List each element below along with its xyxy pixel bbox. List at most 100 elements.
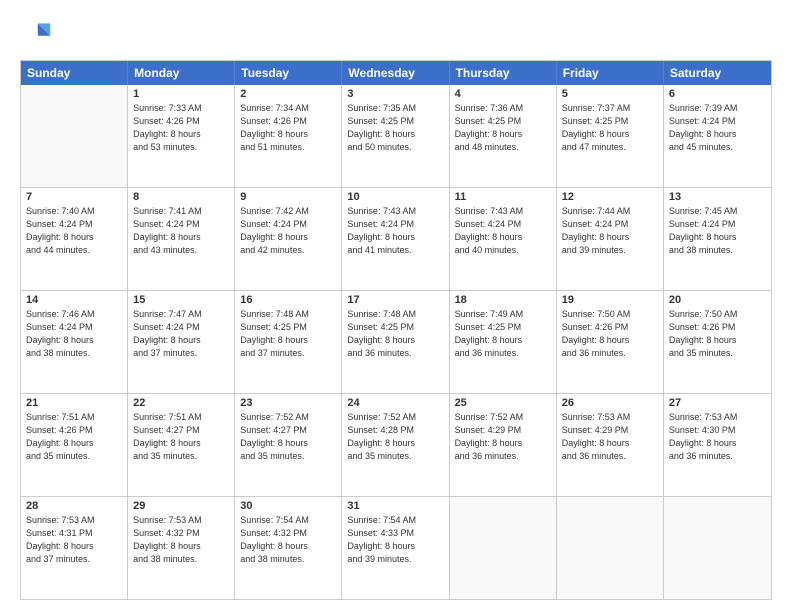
calendar-cell: 4 Sunrise: 7:36 AM Sunset: 4:25 PM Daylig… <box>450 85 557 187</box>
day-number: 12 <box>562 191 658 203</box>
calendar-cell: 12Sunrise: 7:44 AM Sunset: 4:24 PM Dayli… <box>557 188 664 290</box>
calendar-week-1: 1Sunrise: 7:33 AM Sunset: 4:26 PM Daylig… <box>21 85 771 188</box>
day-number: 20 <box>669 294 766 306</box>
calendar-cell: 28 Sunrise: 7:53 AM Sunset: 4:31 PM Dayli… <box>21 497 128 599</box>
day-number: 2 <box>240 88 336 100</box>
day-info: Sunrise: 7:33 AM Sunset: 4:26 PM Dayligh… <box>133 102 229 154</box>
day-number: 25 <box>455 397 551 409</box>
logo-icon <box>20 18 52 50</box>
day-number: 31 <box>347 500 443 512</box>
day-info: Sunrise: 7:52 AM Sunset: 4:29 PM Dayligh… <box>455 411 551 463</box>
calendar-cell: 21 Sunrise: 7:51 AM Sunset: 4:26 PM Dayli… <box>21 394 128 496</box>
day-info: Sunrise: 7:52 AM Sunset: 4:27 PM Dayligh… <box>240 411 336 463</box>
day-number: 26 <box>562 397 658 409</box>
calendar-cell: 9 Sunrise: 7:42 AM Sunset: 4:24 PM Daylig… <box>235 188 342 290</box>
calendar-cell: 22 Sunrise: 7:51 AM Sunset: 4:27 PM Dayli… <box>128 394 235 496</box>
calendar-week-4: 21 Sunrise: 7:51 AM Sunset: 4:26 PM Dayli… <box>21 394 771 497</box>
calendar-cell: 3 Sunrise: 7:35 AM Sunset: 4:25 PM Daylig… <box>342 85 449 187</box>
day-info: Sunrise: 7:51 AM Sunset: 4:27 PM Dayligh… <box>133 411 229 463</box>
calendar-cell: 27 Sunrise: 7:53 AM Sunset: 4:30 PM Dayli… <box>664 394 771 496</box>
day-info: Sunrise: 7:39 AM Sunset: 4:24 PM Dayligh… <box>669 102 766 154</box>
day-info: Sunrise: 7:46 AM Sunset: 4:24 PM Dayligh… <box>26 308 122 360</box>
calendar-week-3: 14Sunrise: 7:46 AM Sunset: 4:24 PM Dayli… <box>21 291 771 394</box>
header-day-friday: Friday <box>557 61 664 85</box>
day-info: Sunrise: 7:35 AM Sunset: 4:25 PM Dayligh… <box>347 102 443 154</box>
day-number: 3 <box>347 88 443 100</box>
calendar-cell: 16 Sunrise: 7:48 AM Sunset: 4:25 PM Dayli… <box>235 291 342 393</box>
day-number: 4 <box>455 88 551 100</box>
logo <box>20 18 58 50</box>
day-info: Sunrise: 7:48 AM Sunset: 4:25 PM Dayligh… <box>347 308 443 360</box>
calendar-body: 1Sunrise: 7:33 AM Sunset: 4:26 PM Daylig… <box>21 85 771 599</box>
day-info: Sunrise: 7:50 AM Sunset: 4:26 PM Dayligh… <box>562 308 658 360</box>
day-info: Sunrise: 7:42 AM Sunset: 4:24 PM Dayligh… <box>240 205 336 257</box>
day-number: 11 <box>455 191 551 203</box>
calendar-cell: 25 Sunrise: 7:52 AM Sunset: 4:29 PM Dayli… <box>450 394 557 496</box>
day-number: 13 <box>669 191 766 203</box>
page: SundayMondayTuesdayWednesdayThursdayFrid… <box>0 0 792 612</box>
calendar-cell <box>21 85 128 187</box>
day-info: Sunrise: 7:41 AM Sunset: 4:24 PM Dayligh… <box>133 205 229 257</box>
calendar-cell: 29Sunrise: 7:53 AM Sunset: 4:32 PM Dayli… <box>128 497 235 599</box>
calendar-cell: 13 Sunrise: 7:45 AM Sunset: 4:24 PM Dayli… <box>664 188 771 290</box>
day-info: Sunrise: 7:51 AM Sunset: 4:26 PM Dayligh… <box>26 411 122 463</box>
day-info: Sunrise: 7:37 AM Sunset: 4:25 PM Dayligh… <box>562 102 658 154</box>
header-day-tuesday: Tuesday <box>235 61 342 85</box>
calendar-week-5: 28 Sunrise: 7:53 AM Sunset: 4:31 PM Dayli… <box>21 497 771 599</box>
day-number: 15 <box>133 294 229 306</box>
day-info: Sunrise: 7:52 AM Sunset: 4:28 PM Dayligh… <box>347 411 443 463</box>
day-info: Sunrise: 7:34 AM Sunset: 4:26 PM Dayligh… <box>240 102 336 154</box>
day-number: 30 <box>240 500 336 512</box>
header-day-wednesday: Wednesday <box>342 61 449 85</box>
calendar-cell: 1Sunrise: 7:33 AM Sunset: 4:26 PM Daylig… <box>128 85 235 187</box>
day-info: Sunrise: 7:53 AM Sunset: 4:31 PM Dayligh… <box>26 514 122 566</box>
header-day-sunday: Sunday <box>21 61 128 85</box>
day-number: 28 <box>26 500 122 512</box>
day-number: 16 <box>240 294 336 306</box>
day-number: 5 <box>562 88 658 100</box>
day-number: 22 <box>133 397 229 409</box>
calendar-cell: 18 Sunrise: 7:49 AM Sunset: 4:25 PM Dayli… <box>450 291 557 393</box>
day-info: Sunrise: 7:53 AM Sunset: 4:29 PM Dayligh… <box>562 411 658 463</box>
day-info: Sunrise: 7:40 AM Sunset: 4:24 PM Dayligh… <box>26 205 122 257</box>
day-number: 24 <box>347 397 443 409</box>
calendar-cell: 19 Sunrise: 7:50 AM Sunset: 4:26 PM Dayli… <box>557 291 664 393</box>
day-number: 29 <box>133 500 229 512</box>
header-day-monday: Monday <box>128 61 235 85</box>
calendar-cell: 23Sunrise: 7:52 AM Sunset: 4:27 PM Dayli… <box>235 394 342 496</box>
day-info: Sunrise: 7:48 AM Sunset: 4:25 PM Dayligh… <box>240 308 336 360</box>
calendar-cell: 11 Sunrise: 7:43 AM Sunset: 4:24 PM Dayli… <box>450 188 557 290</box>
day-info: Sunrise: 7:47 AM Sunset: 4:24 PM Dayligh… <box>133 308 229 360</box>
calendar-cell: 24 Sunrise: 7:52 AM Sunset: 4:28 PM Dayli… <box>342 394 449 496</box>
calendar-cell: 26 Sunrise: 7:53 AM Sunset: 4:29 PM Dayli… <box>557 394 664 496</box>
calendar: SundayMondayTuesdayWednesdayThursdayFrid… <box>20 60 772 600</box>
day-info: Sunrise: 7:43 AM Sunset: 4:24 PM Dayligh… <box>347 205 443 257</box>
day-info: Sunrise: 7:45 AM Sunset: 4:24 PM Dayligh… <box>669 205 766 257</box>
calendar-cell: 30 Sunrise: 7:54 AM Sunset: 4:32 PM Dayli… <box>235 497 342 599</box>
calendar-cell <box>664 497 771 599</box>
calendar-cell: 7Sunrise: 7:40 AM Sunset: 4:24 PM Daylig… <box>21 188 128 290</box>
day-info: Sunrise: 7:54 AM Sunset: 4:32 PM Dayligh… <box>240 514 336 566</box>
header <box>20 18 772 50</box>
day-info: Sunrise: 7:49 AM Sunset: 4:25 PM Dayligh… <box>455 308 551 360</box>
day-number: 8 <box>133 191 229 203</box>
day-number: 9 <box>240 191 336 203</box>
header-day-thursday: Thursday <box>450 61 557 85</box>
day-info: Sunrise: 7:43 AM Sunset: 4:24 PM Dayligh… <box>455 205 551 257</box>
day-number: 19 <box>562 294 658 306</box>
calendar-cell: 20Sunrise: 7:50 AM Sunset: 4:26 PM Dayli… <box>664 291 771 393</box>
day-number: 18 <box>455 294 551 306</box>
day-number: 21 <box>26 397 122 409</box>
day-number: 6 <box>669 88 766 100</box>
day-number: 10 <box>347 191 443 203</box>
calendar-cell: 10 Sunrise: 7:43 AM Sunset: 4:24 PM Dayli… <box>342 188 449 290</box>
header-day-saturday: Saturday <box>664 61 771 85</box>
day-number: 17 <box>347 294 443 306</box>
calendar-cell: 31 Sunrise: 7:54 AM Sunset: 4:33 PM Dayli… <box>342 497 449 599</box>
day-number: 27 <box>669 397 766 409</box>
day-info: Sunrise: 7:53 AM Sunset: 4:30 PM Dayligh… <box>669 411 766 463</box>
calendar-week-2: 7Sunrise: 7:40 AM Sunset: 4:24 PM Daylig… <box>21 188 771 291</box>
calendar-cell: 15 Sunrise: 7:47 AM Sunset: 4:24 PM Dayli… <box>128 291 235 393</box>
day-info: Sunrise: 7:54 AM Sunset: 4:33 PM Dayligh… <box>347 514 443 566</box>
day-info: Sunrise: 7:36 AM Sunset: 4:25 PM Dayligh… <box>455 102 551 154</box>
